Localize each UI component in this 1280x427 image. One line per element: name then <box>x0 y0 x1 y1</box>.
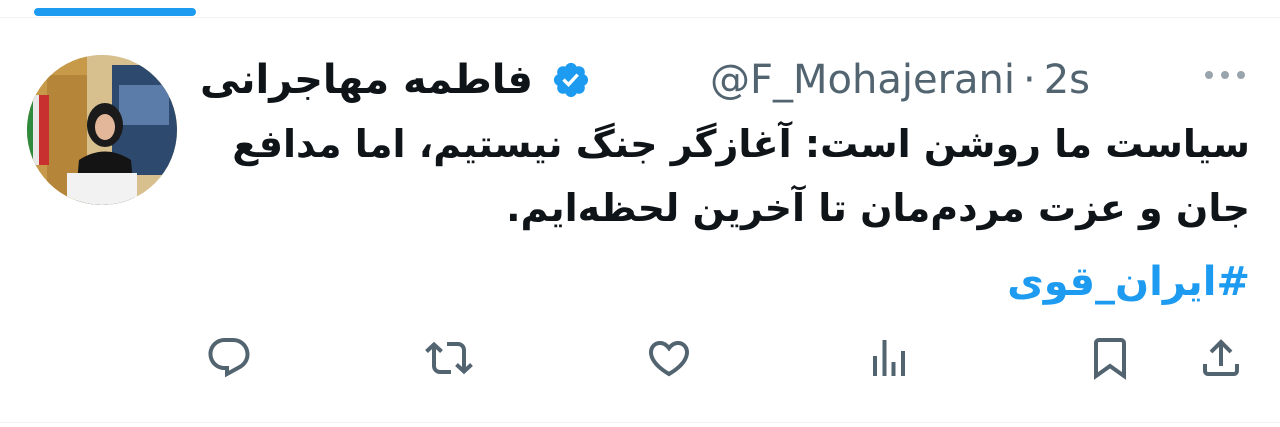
share-icon <box>1203 339 1239 376</box>
divider <box>0 422 1280 423</box>
reply-icon <box>208 338 250 378</box>
tweet-text: سیاست ما روشن است: آغازگر جنگ نیستیم، ام… <box>218 122 1250 230</box>
more-icon[interactable] <box>1200 60 1250 90</box>
share-button[interactable] <box>1196 333 1246 383</box>
retweet-icon <box>425 341 473 375</box>
separator-dot: · <box>1022 57 1036 103</box>
verified-badge-icon <box>551 60 591 100</box>
tweet-header: @F_Mohajerani · 2s <box>710 50 1090 110</box>
author-block: فاطمه مهاجرانی <box>200 50 603 110</box>
views-button[interactable] <box>864 333 914 383</box>
author-handle[interactable]: @F_Mohajerani <box>710 57 1015 103</box>
reply-button[interactable] <box>204 333 254 383</box>
hashtag-link[interactable]: #ایران_قوی <box>1007 252 1250 312</box>
author-name[interactable]: فاطمه مهاجرانی <box>200 57 533 103</box>
avatar-image <box>27 55 177 205</box>
avatar[interactable] <box>27 55 177 205</box>
bookmark-icon <box>1094 338 1126 380</box>
tab-active-indicator <box>34 8 196 16</box>
action-bar <box>0 333 1280 383</box>
bookmark-button[interactable] <box>1085 333 1135 383</box>
like-button[interactable] <box>644 333 694 383</box>
divider <box>0 17 1280 18</box>
retweet-button[interactable] <box>424 333 474 383</box>
views-icon <box>873 340 905 376</box>
like-icon <box>648 341 690 377</box>
timestamp[interactable]: 2s <box>1044 57 1090 103</box>
